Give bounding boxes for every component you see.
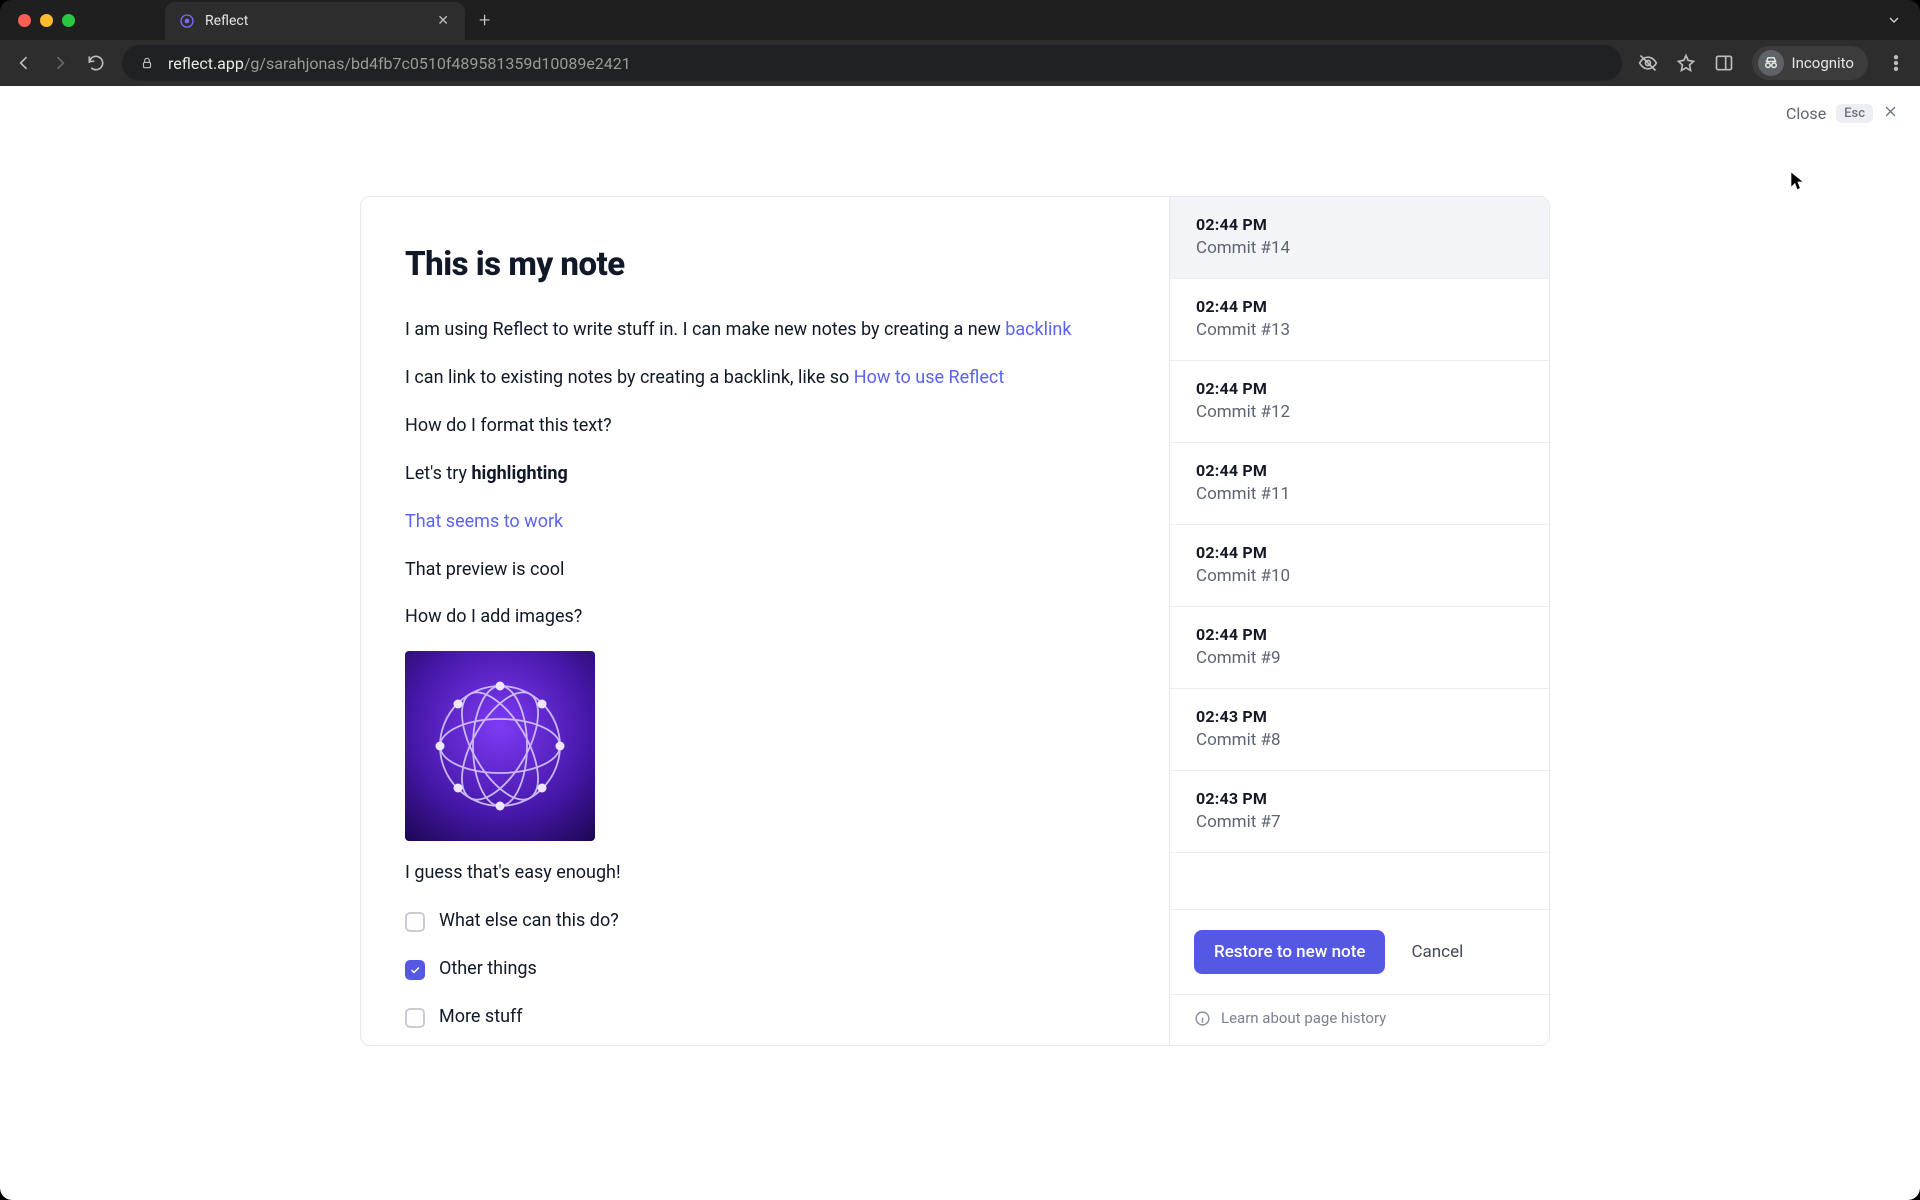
esc-hint: Esc: [1836, 104, 1873, 123]
checklist-item: Other things: [405, 955, 1125, 983]
window-titlebar: Reflect ✕ +: [0, 0, 1920, 40]
history-time: 02:43 PM: [1196, 789, 1523, 808]
close-button[interactable]: [1883, 104, 1898, 123]
history-item[interactable]: 02:43 PM Commit #8: [1170, 689, 1549, 771]
side-panel-icon[interactable]: [1714, 53, 1734, 73]
note-paragraph: That seems to work: [405, 508, 1125, 536]
incognito-badge[interactable]: Incognito: [1752, 46, 1868, 80]
embedded-image: [405, 651, 595, 841]
history-label: Commit #12: [1196, 402, 1523, 422]
history-modal: This is my note I am using Reflect to wr…: [360, 196, 1550, 1046]
history-label: Commit #11: [1196, 484, 1523, 504]
checkbox[interactable]: [405, 960, 425, 980]
star-icon[interactable]: [1676, 53, 1696, 73]
history-time: 02:44 PM: [1196, 297, 1523, 316]
history-item[interactable]: 02:44 PM Commit #12: [1170, 361, 1549, 443]
history-time: 02:44 PM: [1196, 625, 1523, 644]
checkbox[interactable]: [405, 912, 425, 932]
new-tab-button[interactable]: +: [479, 8, 490, 32]
window-controls: [18, 14, 75, 27]
forward-icon[interactable]: [50, 53, 70, 73]
history-item[interactable]: 02:44 PM Commit #14: [1170, 197, 1549, 279]
history-item[interactable]: 02:44 PM Commit #9: [1170, 607, 1549, 689]
learn-label: Learn about page history: [1221, 1009, 1386, 1027]
history-time: 02:44 PM: [1196, 461, 1523, 480]
incognito-label: Incognito: [1792, 54, 1854, 72]
note-paragraph: Let's try highlighting: [405, 460, 1125, 488]
close-window-icon[interactable]: [18, 14, 31, 27]
restore-button[interactable]: Restore to new note: [1194, 930, 1385, 974]
close-tab-icon[interactable]: ✕: [437, 13, 449, 29]
close-bar: Close Esc: [1786, 104, 1898, 123]
maximize-window-icon[interactable]: [62, 14, 75, 27]
history-time: 02:44 PM: [1196, 543, 1523, 562]
backlink-link[interactable]: backlink: [1005, 319, 1071, 340]
note-paragraph: How do I add images?: [405, 603, 1125, 631]
browser-tab[interactable]: Reflect ✕: [165, 2, 465, 40]
eye-blocked-icon[interactable]: [1638, 53, 1658, 73]
note-paragraph: I am using Reflect to write stuff in. I …: [405, 316, 1125, 344]
note-paragraph: How do I format this text?: [405, 412, 1125, 440]
history-label: Commit #9: [1196, 648, 1523, 668]
browser-toolbar: reflect.app/g/sarahjonas/bd4fb7c0510f489…: [0, 40, 1920, 86]
history-time: 02:44 PM: [1196, 215, 1523, 234]
history-list: 02:44 PMCommit #1402:44 PMCommit #1302:4…: [1170, 197, 1549, 909]
learn-link[interactable]: Learn about page history: [1170, 994, 1549, 1045]
checklist-label: Other things: [439, 955, 537, 983]
address-bar[interactable]: reflect.app/g/sarahjonas/bd4fb7c0510f489…: [122, 45, 1622, 81]
history-actions: Restore to new note Cancel: [1170, 909, 1549, 994]
close-label: Close: [1786, 104, 1826, 123]
history-time: 02:43 PM: [1196, 707, 1523, 726]
kebab-menu-icon[interactable]: [1886, 53, 1906, 73]
note-preview: This is my note I am using Reflect to wr…: [361, 197, 1169, 1045]
history-label: Commit #14: [1196, 238, 1523, 258]
minimize-window-icon[interactable]: [40, 14, 53, 27]
lock-icon: [140, 56, 154, 70]
history-item[interactable]: 02:44 PM Commit #13: [1170, 279, 1549, 361]
history-label: Commit #7: [1196, 812, 1523, 832]
note-paragraph: I can link to existing notes by creating…: [405, 364, 1125, 392]
history-item[interactable]: 02:44 PM Commit #10: [1170, 525, 1549, 607]
history-label: Commit #10: [1196, 566, 1523, 586]
url-text: reflect.app/g/sarahjonas/bd4fb7c0510f489…: [168, 54, 631, 73]
reflect-favicon-icon: [179, 13, 195, 29]
checkbox[interactable]: [405, 1008, 425, 1028]
checklist-item: More stuff: [405, 1003, 1125, 1031]
note-paragraph: I guess that's easy enough!: [405, 859, 1125, 887]
tab-title: Reflect: [205, 13, 248, 29]
reload-icon[interactable]: [86, 53, 106, 73]
incognito-icon: [1758, 50, 1784, 76]
window-menu-icon[interactable]: [1886, 12, 1902, 32]
history-item[interactable]: 02:43 PM Commit #7: [1170, 771, 1549, 853]
preview-link[interactable]: That seems to work: [405, 511, 563, 532]
history-time: 02:44 PM: [1196, 379, 1523, 398]
note-title: This is my note: [405, 239, 1125, 290]
cancel-button[interactable]: Cancel: [1411, 942, 1463, 962]
history-label: Commit #8: [1196, 730, 1523, 750]
history-label: Commit #13: [1196, 320, 1523, 340]
checklist-item: What else can this do?: [405, 907, 1125, 935]
back-icon[interactable]: [14, 53, 34, 73]
page-root: Close Esc This is my note I am using Ref…: [0, 86, 1920, 1200]
note-paragraph: That preview is cool: [405, 556, 1125, 584]
history-item[interactable]: 02:44 PM Commit #11: [1170, 443, 1549, 525]
history-sidebar: 02:44 PMCommit #1402:44 PMCommit #1302:4…: [1169, 197, 1549, 1045]
mouse-cursor-icon: [1790, 171, 1806, 197]
checklist-label: What else can this do?: [439, 907, 619, 935]
howto-link[interactable]: How to use Reflect: [854, 367, 1004, 388]
checklist-label: More stuff: [439, 1003, 523, 1031]
info-icon: [1194, 1010, 1211, 1027]
